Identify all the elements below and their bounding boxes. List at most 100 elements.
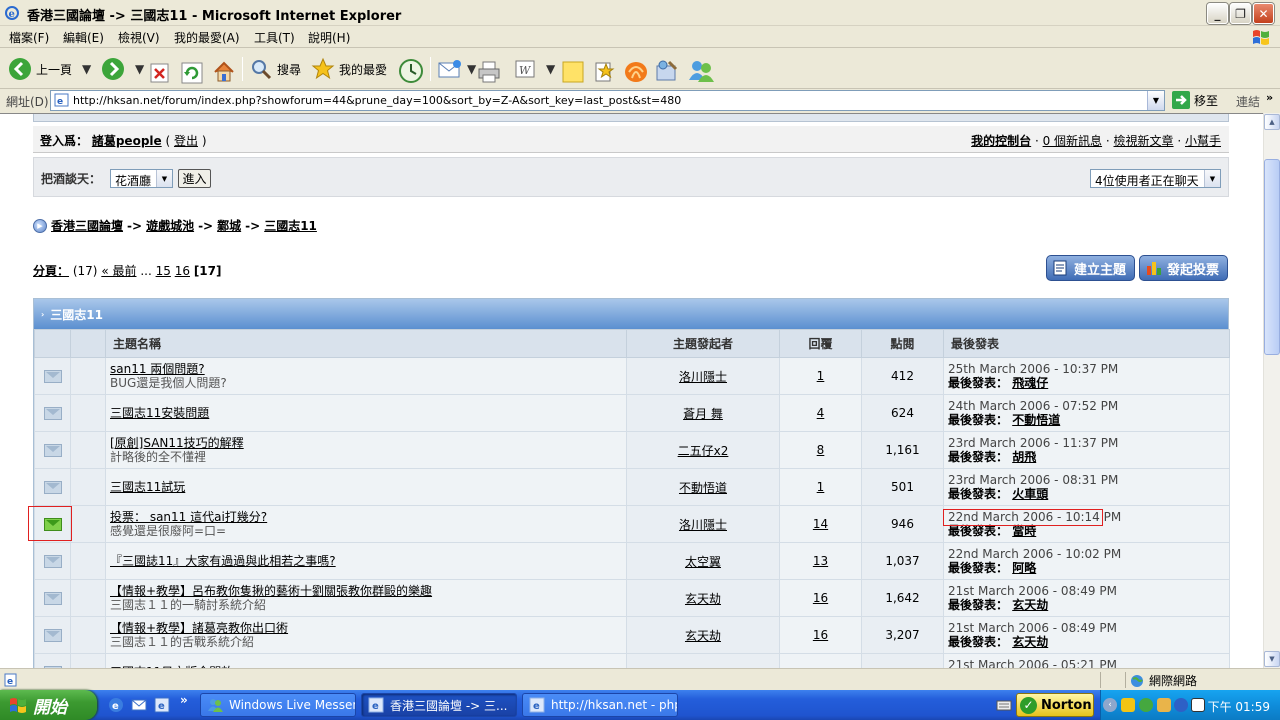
last-post-author-link[interactable]: 飛魂仔: [1012, 376, 1048, 390]
mail-tray-icon[interactable]: [1191, 698, 1205, 712]
research-icon[interactable]: [592, 57, 616, 87]
topic-title-link[interactable]: 三國志11試玩: [110, 480, 626, 494]
header-views[interactable]: 點閱: [861, 329, 944, 358]
header-starter[interactable]: 主題發起者: [626, 329, 780, 358]
topic-starter-link[interactable]: 太空翼: [685, 555, 721, 569]
new-poll-button[interactable]: 發起投票: [1138, 255, 1228, 281]
topic-title-link[interactable]: 三國志11安裝問題: [110, 406, 626, 420]
home-icon[interactable]: [212, 57, 236, 87]
last-post-date[interactable]: 21st March 2006 - 05:21 PM: [948, 658, 1229, 668]
breadcrumb-current[interactable]: 三國志11: [264, 217, 317, 234]
last-post-date[interactable]: 23rd March 2006 - 08:31 PM: [948, 473, 1229, 487]
topic-title-link[interactable]: 【情報+教學】呂布教你隻揪的藝術十劉關張教你群毆的樂趣: [110, 584, 626, 598]
enter-chat-button[interactable]: 進入: [178, 169, 211, 188]
topic-replies-link[interactable]: 4: [817, 406, 825, 420]
topic-starter-link[interactable]: 蒼月 舞: [683, 407, 723, 421]
helper-link[interactable]: 小幫手: [1185, 134, 1221, 148]
back-button[interactable]: 上一頁 ▼: [8, 54, 91, 84]
topic-starter-link[interactable]: 玄天劫: [685, 629, 721, 643]
last-post-author-link[interactable]: 玄天劫: [1012, 635, 1048, 649]
messenger-shell-icon[interactable]: [623, 56, 649, 86]
first-page-link[interactable]: « 最前: [101, 264, 136, 278]
new-mail-icon[interactable]: [43, 518, 62, 531]
topic-replies-link[interactable]: 1: [817, 480, 825, 494]
tools-icon[interactable]: [654, 56, 680, 86]
topic-title-link[interactable]: 投票： san11 這代ai打幾分?: [110, 510, 626, 524]
mail-icon[interactable]: [43, 592, 62, 605]
mail-icon[interactable]: [43, 407, 62, 420]
chevron-right-icon[interactable]: »: [1266, 91, 1273, 104]
topic-replies-link[interactable]: 8: [817, 443, 825, 457]
chevron-down-icon[interactable]: ▼: [135, 62, 144, 76]
last-post-author-link[interactable]: 玄天劫: [1012, 598, 1048, 612]
topic-starter-link[interactable]: 洛川隱士: [679, 518, 727, 532]
links-label[interactable]: 連結: [1236, 93, 1260, 110]
mail-icon[interactable]: [43, 555, 62, 568]
network-icon[interactable]: [1157, 698, 1171, 712]
menu-favorites[interactable]: 我的最愛(A): [174, 29, 240, 46]
last-post-date[interactable]: 23rd March 2006 - 11:37 PM: [948, 436, 1229, 450]
messenger-icon[interactable]: [687, 56, 715, 86]
chat-users-select[interactable]: 4位使用者正在聊天 ▼: [1090, 169, 1221, 188]
ie-quicklaunch-icon[interactable]: e: [108, 697, 124, 713]
last-post-date[interactable]: 22nd March 2006 - 10:14 PM: [948, 510, 1229, 524]
chevron-down-icon[interactable]: ▼: [82, 62, 91, 76]
go-button[interactable]: 移至: [1172, 91, 1218, 109]
menu-view[interactable]: 檢視(V): [118, 29, 160, 46]
header-replies[interactable]: 回覆: [779, 329, 862, 358]
last-post-date[interactable]: 21st March 2006 - 08:49 PM: [948, 621, 1229, 635]
topic-starter-link[interactable]: 二五仔x2: [678, 444, 729, 458]
refresh-icon[interactable]: [181, 58, 203, 88]
tray-collapse-icon[interactable]: ‹: [1103, 698, 1117, 712]
minimize-button[interactable]: _: [1207, 3, 1228, 24]
shield-icon[interactable]: [1121, 698, 1135, 712]
last-post-author-link[interactable]: 阿略: [1012, 561, 1036, 575]
topic-replies-link[interactable]: 1: [817, 369, 825, 383]
new-topic-button[interactable]: 建立主題: [1045, 255, 1135, 281]
scroll-down-icon[interactable]: ▼: [1264, 651, 1280, 667]
topic-starter-link[interactable]: 玄天劫: [685, 592, 721, 606]
topic-replies-link[interactable]: 13: [813, 554, 828, 568]
my-controls-link[interactable]: 我的控制台: [971, 134, 1031, 148]
header-last-post[interactable]: 最後發表: [943, 329, 1230, 358]
topic-starter-link[interactable]: 不動悟道: [679, 481, 727, 495]
task-messenger[interactable]: Windows Live Messen...: [200, 693, 356, 717]
task-browser-2[interactable]: e http://hksan.net - php...: [522, 693, 678, 717]
mail-icon[interactable]: [43, 629, 62, 642]
menu-tools[interactable]: 工具(T): [254, 29, 295, 46]
breadcrumb-category[interactable]: 遊戲城池: [146, 217, 194, 234]
maximize-button[interactable]: ❐: [1230, 3, 1251, 24]
history-icon[interactable]: [398, 56, 424, 86]
last-post-date[interactable]: 22nd March 2006 - 10:02 PM: [948, 547, 1229, 561]
page-16-link[interactable]: 16: [175, 264, 190, 278]
outlook-quicklaunch-icon[interactable]: [131, 697, 147, 713]
menu-edit[interactable]: 編輯(E): [63, 29, 104, 46]
topic-title-link[interactable]: 『三國誌11』大家有過過與此相若之事嗎?: [110, 554, 626, 568]
messenger-tray-icon[interactable]: [1139, 698, 1153, 712]
last-post-author-link[interactable]: 胡飛: [1012, 450, 1036, 464]
username-link[interactable]: 諸葛people: [92, 134, 162, 148]
last-post-author-link[interactable]: 當時: [1012, 524, 1036, 538]
last-post-date[interactable]: 24th March 2006 - 07:52 PM: [948, 399, 1229, 413]
keyboard-icon[interactable]: [996, 697, 1012, 713]
edit-button[interactable]: W ▼: [514, 54, 555, 84]
topic-starter-link[interactable]: 洛川隱士: [679, 370, 727, 384]
note-icon[interactable]: [562, 57, 584, 87]
menu-help[interactable]: 說明(H): [308, 29, 350, 46]
mail-icon[interactable]: [43, 481, 62, 494]
last-post-author-link[interactable]: 不動悟道: [1012, 413, 1060, 427]
close-button[interactable]: ✕: [1253, 3, 1274, 24]
search-button[interactable]: 搜尋: [249, 54, 301, 84]
stop-icon[interactable]: [150, 58, 170, 88]
mail-button[interactable]: ▼: [437, 54, 476, 84]
chevron-down-icon[interactable]: ▼: [1147, 91, 1164, 110]
start-button[interactable]: 開始: [0, 690, 97, 720]
vertical-scrollbar[interactable]: ▲ ▼: [1263, 113, 1280, 668]
norton-button[interactable]: ✓ Norton: [1016, 693, 1094, 717]
logout-link[interactable]: 登出: [174, 134, 198, 148]
print-icon[interactable]: [477, 57, 501, 87]
forward-button[interactable]: ▼: [101, 54, 144, 84]
new-messages-link[interactable]: 0 個新訊息: [1043, 134, 1102, 148]
header-topic[interactable]: 主題名稱: [105, 329, 627, 358]
ie-quicklaunch-icon-2[interactable]: e: [154, 697, 170, 713]
